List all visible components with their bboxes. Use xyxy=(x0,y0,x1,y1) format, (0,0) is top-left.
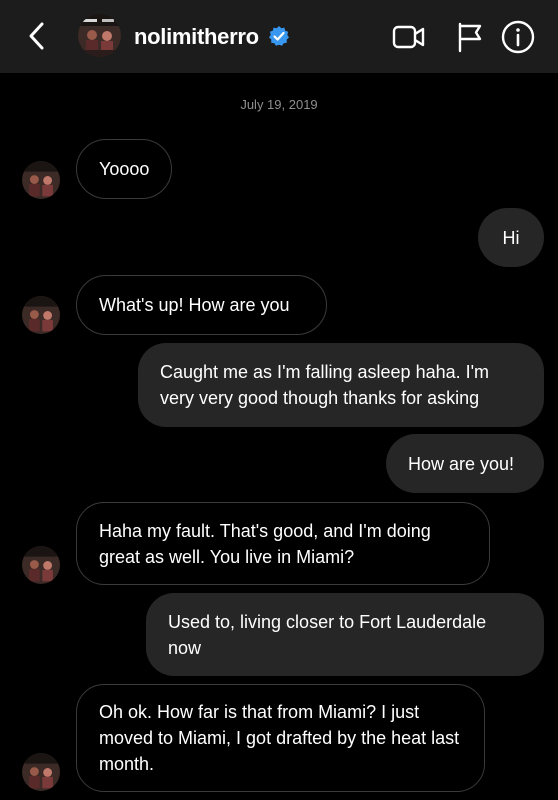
incoming-message[interactable]: Haha my fault. That's good, and I'm doin… xyxy=(76,502,490,585)
conversation-date: July 19, 2019 xyxy=(240,97,318,112)
back-button[interactable] xyxy=(22,18,54,54)
outgoing-message[interactable]: Caught me as I'm falling asleep haha. I'… xyxy=(138,343,544,427)
flag-icon xyxy=(458,22,482,53)
outgoing-message[interactable]: Used to, living closer to Fort Lauderdal… xyxy=(146,593,544,676)
sender-avatar[interactable] xyxy=(22,546,60,584)
video-call-button[interactable] xyxy=(391,19,427,55)
report-flag-button[interactable] xyxy=(452,19,488,55)
outgoing-message[interactable]: How are you! xyxy=(386,434,544,493)
profile-photo xyxy=(22,296,60,334)
verified-badge-icon xyxy=(268,25,290,47)
header-avatar[interactable] xyxy=(78,14,121,57)
chat-username[interactable]: nolimitherro xyxy=(134,24,259,50)
profile-photo xyxy=(22,161,60,199)
incoming-message[interactable]: Yoooo xyxy=(76,139,173,199)
info-icon xyxy=(501,20,535,54)
profile-photo xyxy=(22,546,60,584)
incoming-message[interactable]: Oh ok. How far is that from Miami? I jus… xyxy=(76,684,485,792)
chat-header: nolimitherro xyxy=(0,0,558,73)
profile-photo xyxy=(78,14,121,57)
sender-avatar[interactable] xyxy=(22,296,60,334)
outgoing-message[interactable]: Hi xyxy=(478,208,544,267)
sender-avatar[interactable] xyxy=(22,753,60,791)
sender-avatar[interactable] xyxy=(22,161,60,199)
incoming-message[interactable]: What's up! How are you xyxy=(76,275,327,335)
info-button[interactable] xyxy=(500,19,536,55)
video-call-icon xyxy=(392,25,425,49)
profile-photo xyxy=(22,753,60,791)
chevron-left-icon xyxy=(29,22,44,50)
